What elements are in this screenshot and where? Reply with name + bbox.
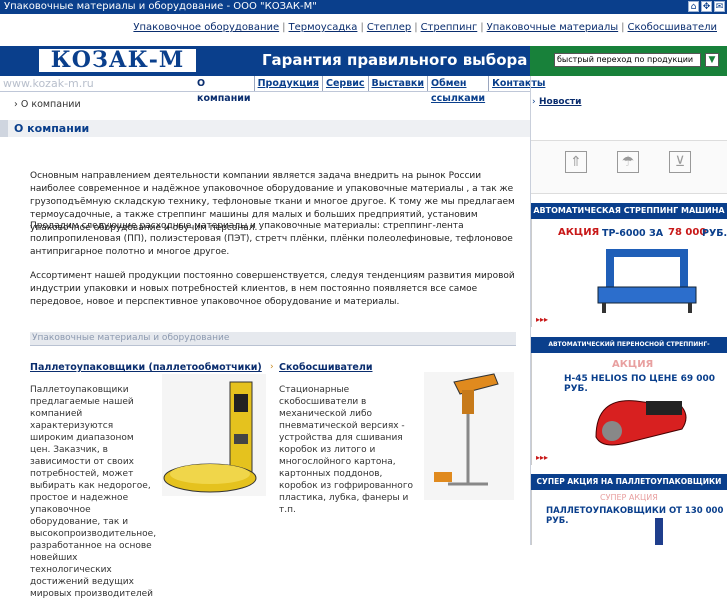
section-link[interactable]: Стреппинг — [421, 22, 478, 33]
page-title: О компании — [14, 122, 90, 135]
promo-price: 78 000 — [668, 227, 707, 238]
more-link[interactable]: ▸▸▸ — [536, 453, 548, 462]
quick-nav-select[interactable]: быстрый переход по продукции — [554, 53, 701, 67]
promo-label: АКЦИЯ — [558, 227, 600, 238]
section-link[interactable]: Упаковочное оборудование — [133, 22, 279, 33]
chevron-down-icon[interactable]: ▼ — [705, 53, 719, 67]
mail-icon[interactable]: ✉ — [714, 1, 725, 12]
divider — [30, 345, 516, 346]
pallet-wrapper-mini-image — [655, 518, 663, 545]
window-title: Упаковочные материалы и оборудование - О… — [4, 1, 317, 12]
strapping-machine-image — [597, 249, 697, 313]
breadcrumb-item[interactable]: О компании — [21, 99, 81, 110]
more-link[interactable]: ▸▸▸ — [536, 315, 548, 324]
nav-item-exhibitions[interactable]: Выставки — [367, 76, 428, 91]
promo-band-helios[interactable]: АВТОМАТИЧЕСКИЙ ПЕРЕНОСНОЙ СТРЕППИНГ-ИНСТ… — [531, 337, 727, 364]
nav-item-service[interactable]: Сервис — [321, 76, 368, 91]
nav-item-contacts[interactable]: Контакты — [488, 76, 548, 91]
section-link[interactable]: Скобосшиватели — [628, 22, 717, 33]
stapler-text: Стационарные скобосшиватели в механическ… — [279, 385, 414, 515]
site-watermark: www.kozak-m.ru — [3, 77, 94, 90]
handling-icons: ⇑ ☂ ⊻ — [531, 140, 727, 194]
title-marker — [0, 120, 8, 137]
arrow-icon: › — [532, 97, 536, 107]
promo-box-pallet[interactable]: СУПЕР АКЦИЯ ПАЛЛЕТОУПАКОВЩИКИ ОТ 130 000… — [531, 490, 727, 545]
umbrella-icon: ☂ — [617, 151, 639, 173]
nav-item-links[interactable]: Обмен ссылками — [427, 76, 488, 104]
stapler-image[interactable] — [424, 372, 514, 500]
promo-text: ПАЛЛЕТОУПАКОВЩИКИ ОТ 130 000 РУБ. — [546, 506, 724, 526]
products-subheading: Упаковочные материалы и оборудование — [30, 332, 516, 345]
sitemap-icon[interactable]: ✥ — [701, 1, 712, 12]
promo-currency: РУБ. — [702, 228, 727, 239]
section-links: Упаковочное оборудование | Термоусадка | Сте… — [133, 22, 717, 33]
page-title-bar: О компании — [0, 120, 530, 137]
pallet-wrapper-text: Паллетоупаковщики предлагаемые нашей ком… — [30, 385, 157, 599]
pallet-wrapper-image[interactable] — [162, 374, 266, 496]
promo-box-helios[interactable]: АКЦИЯ Н-45 HELIOS ПО ЦЕНЕ 69 000 РУБ. ▸▸… — [531, 353, 727, 465]
promo-band-tp6000[interactable]: АВТОМАТИЧЕСКАЯ СТРЕППИНГ МАШИНА TP-6000 — [531, 203, 727, 231]
fragile-icon: ⊻ — [669, 151, 691, 173]
logo-text: КОЗАК-М — [50, 47, 185, 73]
quick-nav: быстрый переход по продукции ▼ — [530, 46, 727, 76]
top-bar: Упаковочные материалы и оборудование - О… — [0, 0, 727, 14]
promo-label: АКЦИЯ — [612, 359, 654, 370]
section-link[interactable]: Степлер — [367, 22, 411, 33]
nav-row: www.kozak-m.ru О компании Продукция Серв… — [0, 76, 545, 104]
stapler-link[interactable]: Скобосшиватели — [279, 362, 372, 373]
logo[interactable]: КОЗАК-М — [37, 47, 198, 74]
slogan: Гарантия правильного выбора — [262, 51, 528, 69]
materials-paragraph: Продадим следующие расходные материалы и… — [30, 221, 513, 257]
promo-band-pallet[interactable]: СУПЕР АКЦИЯ НА ПАЛЛЕТОУПАКОВЩИКИ ОТ 130 … — [531, 474, 727, 502]
section-link[interactable]: Упаковочные материалы — [487, 22, 619, 33]
promo-text: TP-6000 ЗА — [602, 228, 664, 239]
promo-label: СУПЕР АКЦИЯ — [600, 493, 658, 502]
main-nav: О компании Продукция Сервис Выставки Обм… — [194, 76, 548, 104]
this-side-up-icon: ⇑ — [565, 151, 587, 173]
news-link[interactable]: Новости — [539, 97, 581, 107]
section-link[interactable]: Термоусадка — [289, 22, 358, 33]
assortment-paragraph: Ассортимент нашей продукции постоянно со… — [30, 271, 515, 307]
nav-item-about[interactable]: О компании — [194, 76, 254, 104]
pallet-wrapper-link[interactable]: Паллетоупаковщики (паллетообмотчики) — [30, 362, 262, 373]
arrow-icon: › — [270, 362, 274, 372]
breadcrumb: › О компании — [14, 99, 81, 110]
strapping-tool-image — [595, 400, 687, 446]
home-icon[interactable]: ⌂ — [688, 1, 699, 12]
nav-item-products[interactable]: Продукция — [253, 76, 322, 91]
promo-box-tp6000[interactable]: АКЦИЯ TP-6000 ЗА 78 000 РУБ. ▸▸▸ — [531, 219, 727, 327]
